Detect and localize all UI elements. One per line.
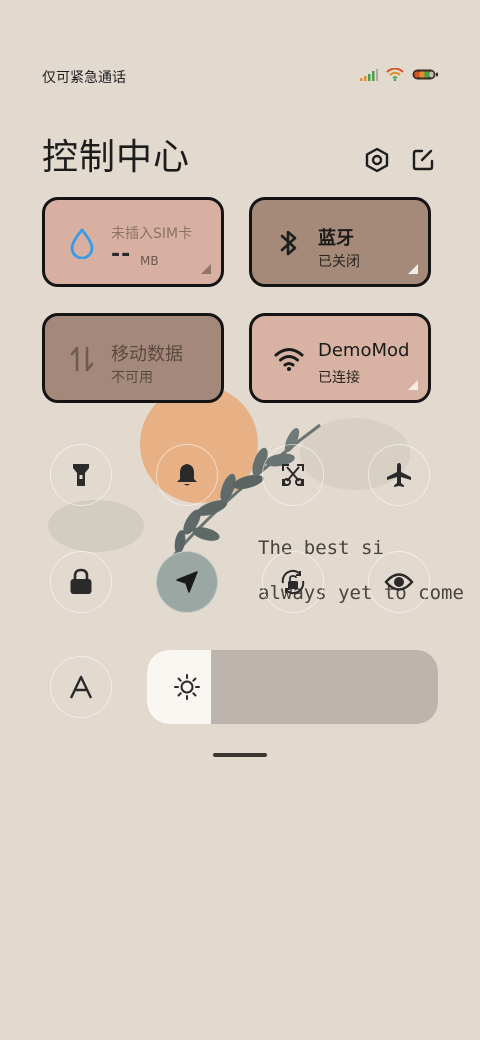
page-title: 控制中心 — [42, 137, 191, 178]
rotation-lock-icon — [281, 569, 305, 595]
data-usage-value: -- — [111, 242, 132, 267]
status-carrier-text: 仅可紧急通话 — [42, 70, 126, 86]
data-usage-unit: MB — [140, 254, 159, 268]
wifi-tile[interactable]: DemoMod 已连接 — [249, 313, 431, 403]
expand-corner-icon — [408, 264, 418, 274]
settings-button[interactable] — [362, 145, 392, 175]
data-usage-title: 未插入SIM卡 — [111, 226, 193, 242]
lock-screen-toggle[interactable] — [50, 551, 112, 613]
bluetooth-title: 蓝牙 — [318, 228, 354, 249]
wifi-status: 已连接 — [318, 370, 360, 386]
airplane-mode-toggle[interactable] — [368, 444, 430, 506]
location-arrow-icon — [176, 571, 198, 593]
edit-button[interactable] — [408, 145, 438, 175]
flashlight-icon — [73, 464, 89, 486]
home-indicator[interactable] — [213, 753, 267, 757]
mobile-data-title: 移动数据 — [111, 344, 183, 365]
mobile-data-status: 不可用 — [111, 370, 153, 386]
wallpaper-cloud — [48, 500, 144, 552]
settings-hexagon-icon — [365, 147, 389, 173]
screenshot-toggle[interactable] — [262, 444, 324, 506]
bluetooth-status: 已关闭 — [318, 254, 360, 270]
lock-icon — [70, 568, 92, 594]
scissors-icon — [282, 464, 304, 486]
status-icons — [360, 68, 438, 81]
reading-mode-toggle[interactable] — [368, 551, 430, 613]
flashlight-toggle[interactable] — [50, 444, 112, 506]
location-toggle[interactable] — [156, 551, 218, 613]
eye-icon — [384, 573, 414, 591]
bluetooth-icon — [274, 228, 304, 258]
auto-brightness-toggle[interactable] — [50, 656, 112, 718]
rotation-lock-toggle[interactable] — [262, 551, 324, 613]
brightness-slider[interactable] — [147, 650, 438, 724]
wifi-icon — [274, 344, 304, 374]
battery-icon — [412, 69, 438, 80]
sun-brightness-icon — [174, 674, 200, 700]
water-drop-icon — [67, 228, 97, 259]
wifi-status-icon — [386, 68, 404, 81]
bell-icon — [177, 464, 197, 486]
silent-toggle[interactable] — [156, 444, 218, 506]
airplane-icon — [387, 463, 411, 487]
expand-corner-icon — [201, 264, 211, 274]
edit-icon — [412, 149, 434, 171]
signal-icon — [360, 68, 378, 81]
expand-corner-icon — [408, 380, 418, 390]
wifi-network-name: DemoMod — [318, 340, 410, 361]
mobile-data-arrows-icon — [67, 344, 97, 374]
font-a-icon — [69, 675, 93, 699]
data-usage-tile[interactable]: 未插入SIM卡 -- MB — [42, 197, 224, 287]
bluetooth-tile[interactable]: 蓝牙 已关闭 — [249, 197, 431, 287]
mobile-data-tile[interactable]: 移动数据 不可用 — [42, 313, 224, 403]
